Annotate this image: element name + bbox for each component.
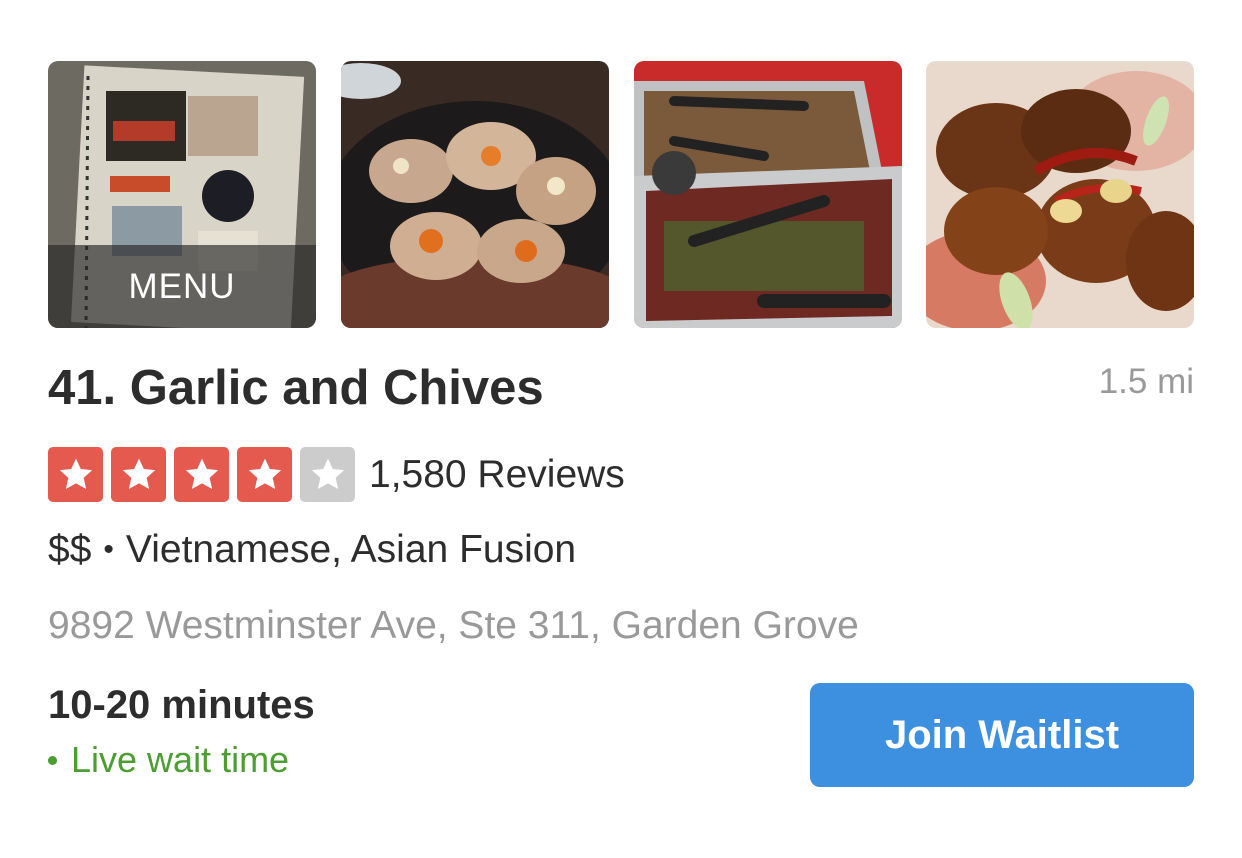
menu-photo[interactable]: MENU	[48, 61, 316, 328]
price-level: $$	[48, 528, 92, 571]
photo-strip: MENU	[48, 61, 1194, 328]
star-rating	[48, 447, 363, 502]
live-wait-label: Live wait time	[71, 739, 290, 780]
join-waitlist-button[interactable]: Join Waitlist	[810, 683, 1194, 787]
price-category-row: $$ • Vietnamese, Asian Fusion	[48, 528, 576, 572]
star-icon	[111, 447, 166, 502]
catering-trays-photo-image	[634, 61, 902, 328]
star-icon	[300, 447, 355, 502]
wait-time: 10-20 minutes	[48, 683, 315, 727]
distance-label: 1.5 mi	[1098, 362, 1194, 401]
scallops-photo[interactable]	[341, 61, 609, 328]
chicken-wings-photo-image	[926, 61, 1194, 328]
star-icon	[48, 447, 103, 502]
address-label: 9892 Westminster Ave, Ste 311, Garden Gr…	[48, 604, 859, 647]
star-icon	[174, 447, 229, 502]
live-wait-indicator: Live wait time	[48, 739, 289, 781]
business-title[interactable]: 41. Garlic and Chives	[48, 360, 544, 416]
categories-label: Vietnamese, Asian Fusion	[125, 528, 577, 571]
rating-row: 1,580 Reviews	[48, 447, 625, 502]
live-dot-icon	[48, 755, 57, 765]
catering-trays-photo[interactable]	[634, 61, 902, 328]
review-count[interactable]: 1,580 Reviews	[369, 453, 625, 497]
menu-label: MENU	[48, 245, 316, 328]
separator-dot: •	[103, 533, 114, 566]
chicken-wings-photo[interactable]	[926, 61, 1194, 328]
scallops-photo-image	[341, 61, 609, 328]
star-icon	[237, 447, 292, 502]
